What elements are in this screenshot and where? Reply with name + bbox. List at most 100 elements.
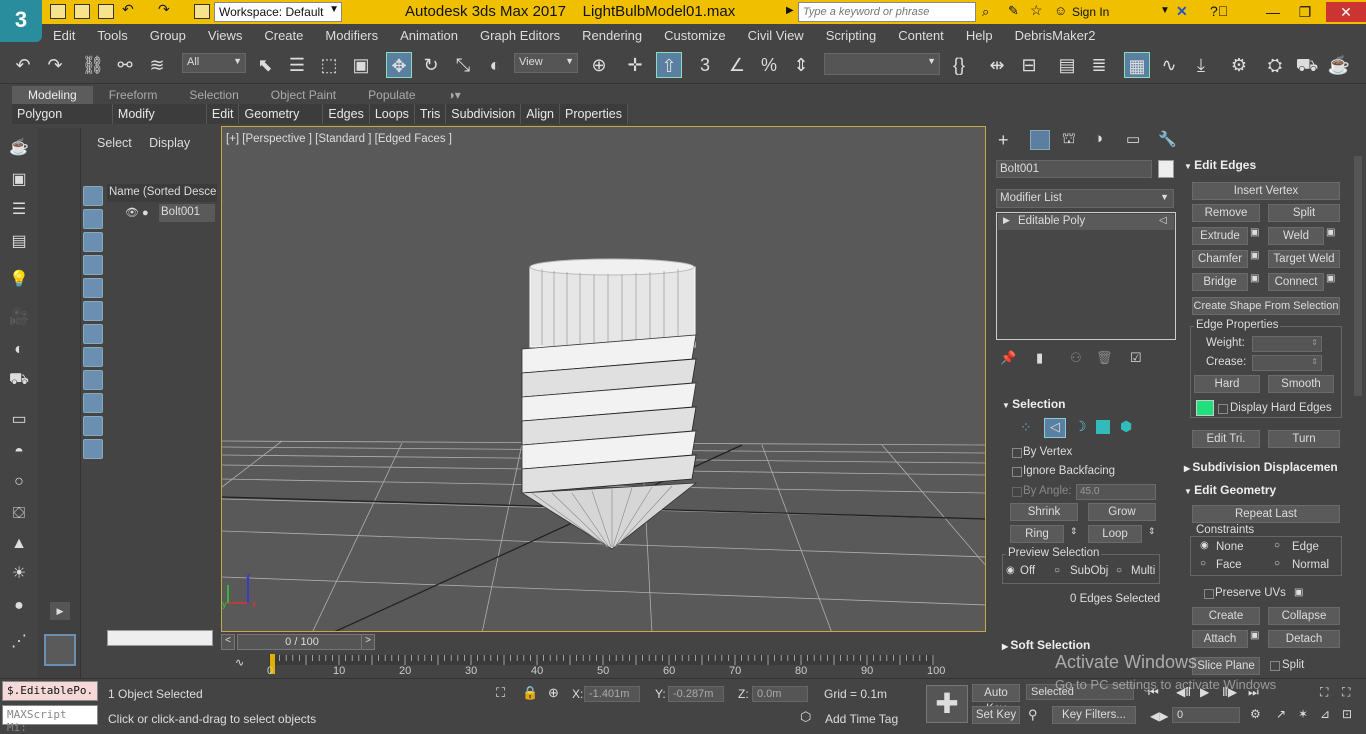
minimize-icon[interactable]: — (1258, 2, 1288, 22)
rect-selection-icon[interactable]: ⬚ (316, 52, 342, 78)
attach-button[interactable]: Attach (1192, 630, 1248, 648)
maxscript-listener-input[interactable]: MAXScript Mi: (2, 705, 98, 734)
z-coordinate-field[interactable]: 0.0m (752, 686, 808, 702)
weld-button[interactable]: Weld (1268, 227, 1324, 245)
select-rotate-icon[interactable]: ↻ (418, 52, 444, 78)
align-icon[interactable]: ⊟ (1016, 52, 1042, 78)
show-end-result-icon[interactable]: ▮ (1036, 350, 1043, 366)
preserve-uvs-settings-icon[interactable]: ▣ (1294, 587, 1303, 598)
sphere-icon[interactable]: ○ (7, 470, 31, 494)
track-bar[interactable]: ∿ 0 10 20 30 40 50 60 70 80 90 100 (221, 651, 986, 678)
viewport-layout-tab[interactable] (44, 634, 76, 666)
ribbon-edit[interactable]: Edit (207, 104, 240, 124)
menu-views[interactable]: Views (197, 28, 253, 43)
filter-hidden-icon[interactable] (83, 439, 103, 459)
bridge-settings-icon[interactable]: ▣ (1250, 273, 1259, 284)
subdivision-displacement-rollout-title[interactable]: ▶ Subdivision Displacemen (1184, 460, 1338, 474)
workspace-dropdown[interactable]: Workspace: Default ▼ (214, 2, 342, 22)
field-of-view-icon[interactable]: ⊿ (1320, 707, 1330, 721)
object-color-swatch[interactable] (1158, 160, 1174, 178)
eye-icon[interactable]: 👁 ● (125, 206, 149, 219)
split-checkbox[interactable] (1270, 661, 1280, 671)
ribbon-toggle-icon[interactable]: ▦ (1124, 52, 1150, 78)
edit-named-selection-icon[interactable]: {} (946, 52, 972, 78)
perspective-viewport[interactable]: z x y [+] [Perspective ] [Standard ] [Ed… (221, 126, 986, 632)
remove-button[interactable]: Remove (1192, 204, 1260, 222)
maximize-viewport-icon[interactable]: ⊡ (1342, 707, 1352, 721)
create-shape-button[interactable]: Create Shape From Selection (1192, 297, 1340, 315)
ribbon-modify-selection[interactable]: Modify Selection (113, 104, 207, 141)
stack-item-editable-poly[interactable]: Editable Poly (998, 214, 1174, 230)
scene-explorer-icon[interactable]: ▤ (1054, 52, 1080, 78)
soft-selection-rollout-title[interactable]: ▶ Soft Selection (1002, 638, 1090, 652)
key-mode-toggle-icon[interactable]: ◀▶ (1150, 709, 1168, 723)
menu-rendering[interactable]: Rendering (571, 28, 653, 43)
chamfer-settings-icon[interactable]: ▣ (1250, 250, 1259, 261)
filter-spacewarps-icon[interactable] (83, 301, 103, 321)
scene-object-row[interactable]: Bolt001 (159, 204, 215, 222)
y-coordinate-field[interactable]: -0.287m (668, 686, 724, 702)
maxscript-result[interactable]: $.EditablePo. (2, 681, 98, 701)
by-vertex-checkbox[interactable] (1012, 448, 1022, 458)
time-configuration-icon[interactable]: ⚙ (1250, 707, 1261, 721)
ring-button[interactable]: Ring (1010, 525, 1064, 543)
scene-tab-select[interactable]: Select (97, 136, 132, 150)
target-weld-button[interactable]: Target Weld (1268, 250, 1340, 268)
box-icon[interactable]: ▭ (7, 408, 31, 432)
weld-settings-icon[interactable]: ▣ (1326, 227, 1335, 238)
angle-snap-icon[interactable]: ∠ (724, 52, 750, 78)
edge-mode-icon[interactable]: ◁ (1044, 418, 1066, 438)
light-icon[interactable]: 💡 (7, 268, 31, 292)
render-icon[interactable]: ▣ (7, 168, 31, 192)
make-unique-icon[interactable]: ⚇ (1070, 350, 1082, 366)
filter-bones-icon[interactable] (83, 370, 103, 390)
border-mode-icon[interactable]: ☽ (1074, 418, 1087, 435)
subobj-radio[interactable]: ○ (1054, 565, 1060, 576)
list-icon[interactable]: ☰ (7, 198, 31, 222)
display-tab-icon[interactable]: ▭ (1126, 130, 1140, 148)
filter-geometry-icon[interactable] (83, 186, 103, 206)
close-icon[interactable]: ✕ (1326, 2, 1366, 22)
detach-button[interactable]: Detach (1268, 630, 1340, 648)
auto-key-button[interactable]: Auto Key (972, 684, 1020, 715)
by-angle-checkbox[interactable] (1012, 487, 1022, 497)
helper-icon[interactable]: ◐ (7, 338, 31, 362)
ribbon-loops[interactable]: Loops (370, 104, 415, 124)
scene-tab-display[interactable]: Display (149, 136, 190, 150)
time-slider[interactable]: 0 / 100 (237, 634, 367, 650)
menu-debrismaker[interactable]: DebrisMaker2 (1004, 28, 1107, 43)
bind-space-warp-icon[interactable]: ≋ (144, 52, 170, 78)
by-angle-spinner[interactable]: 45.0 (1076, 484, 1156, 500)
create-button[interactable]: Create (1192, 607, 1260, 625)
manipulate-icon[interactable]: ✛ (622, 52, 648, 78)
named-selection-dropdown[interactable]: ▼ (824, 53, 940, 75)
name-column-header[interactable]: Name (Sorted Descen (107, 184, 217, 202)
save-file-icon[interactable] (98, 4, 114, 19)
loop-spinner-icon[interactable]: ⇕ (1148, 526, 1156, 537)
filter-helpers-icon[interactable] (83, 278, 103, 298)
ignore-backfacing-checkbox[interactable] (1012, 467, 1022, 477)
film-icon[interactable]: ⛟ (7, 368, 31, 392)
tab-object-paint[interactable]: Object Paint (255, 86, 352, 104)
menu-animation[interactable]: Animation (389, 28, 469, 43)
sun-icon[interactable]: ☀ (7, 562, 31, 586)
pin-stack-icon[interactable]: 📌 (1000, 350, 1016, 366)
selection-lock-icon[interactable]: 🔒 (522, 685, 538, 701)
teapot-icon[interactable]: ☕ (7, 136, 31, 160)
hard-button[interactable]: Hard (1194, 375, 1260, 393)
filter-cameras-icon[interactable] (83, 255, 103, 275)
constraint-none-radio[interactable]: ◉ (1200, 540, 1209, 551)
collapse-button[interactable]: Collapse (1268, 607, 1340, 625)
filter-shapes-icon[interactable] (83, 209, 103, 229)
scene-horizontal-scrollbar[interactable] (107, 630, 213, 646)
bridge-button[interactable]: Bridge (1192, 273, 1248, 291)
selection-rollout-title[interactable]: ▼ Selection (1002, 397, 1066, 411)
select-object-icon[interactable]: ⬉ (252, 52, 278, 78)
favorites-star-icon[interactable]: ☆ (1030, 2, 1043, 19)
absolute-mode-icon[interactable]: ⊕ (548, 685, 559, 701)
set-key-large-icon[interactable]: ✚ (926, 685, 968, 723)
modify-tab-icon[interactable] (1030, 130, 1050, 150)
vertex-mode-icon[interactable]: ⁘ (1020, 419, 1032, 436)
loop-button[interactable]: Loop (1088, 525, 1142, 543)
menu-create[interactable]: Create (253, 28, 314, 43)
